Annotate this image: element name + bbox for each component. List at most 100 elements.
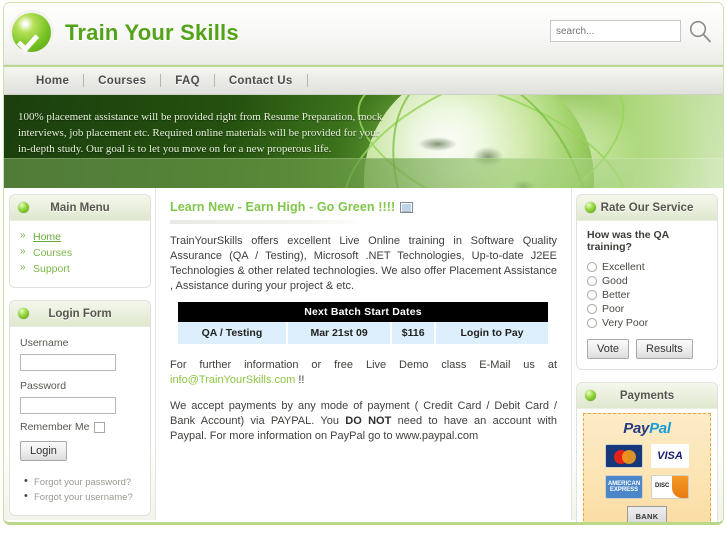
search-input[interactable] <box>550 20 681 42</box>
module-poll: Rate Our Service How was the QA training… <box>576 194 718 370</box>
green-check-circle-icon <box>12 13 51 52</box>
module-header: Rate Our Service <box>577 195 717 221</box>
right-sidebar: Rate Our Service How was the QA training… <box>571 188 723 522</box>
sidebar-item-support[interactable]: Support <box>20 261 140 277</box>
remember-me-label: Remember Me <box>20 421 90 433</box>
green-glossy-dot-icon <box>585 390 596 401</box>
cell-login-to-pay[interactable]: Login to Pay <box>435 322 548 344</box>
article-header: Learn New - Earn High - Go Green !!!! <box>170 200 557 214</box>
main-menu-list: Home Courses Support <box>20 229 140 277</box>
paypal-logo: PayPal <box>588 420 706 437</box>
paypal-badge[interactable]: PayPal VISA AMERICAN EXPRESS DISC BANK <box>583 413 711 522</box>
nav-item-faq[interactable]: FAQ <box>161 75 214 87</box>
contact-email-link[interactable]: info@TrainYourSkills.com <box>170 374 295 386</box>
table-row: QA / Testing Mar 21st 09 $116 Login to P… <box>178 322 548 344</box>
radio-icon[interactable] <box>587 276 597 286</box>
contact-prefix: For further information or free Live Dem… <box>170 359 557 371</box>
poll-option-label: Very Poor <box>602 317 649 329</box>
remember-me-row[interactable]: Remember Me <box>20 421 140 433</box>
site-header: Train Your Skills <box>4 3 723 65</box>
nav-separator <box>306 74 308 87</box>
green-glossy-dot-icon <box>18 202 29 213</box>
poll-option-excellent[interactable]: Excellent <box>587 260 707 274</box>
forgot-username-link[interactable]: Forgot your username? <box>24 490 140 505</box>
poll-option-better[interactable]: Better <box>587 288 707 302</box>
radio-icon[interactable] <box>587 304 597 314</box>
amex-logo: AMERICAN EXPRESS <box>605 475 643 499</box>
module-body: Username Password Remember Me Login Forg… <box>10 327 150 515</box>
account-help-list: Forgot your password? Forgot your userna… <box>20 475 140 505</box>
sidebar-item-courses[interactable]: Courses <box>20 245 140 261</box>
site-logo[interactable]: Train Your Skills <box>12 13 239 52</box>
nav-item-home[interactable]: Home <box>22 75 83 87</box>
remember-me-checkbox[interactable] <box>94 421 106 433</box>
bank-logo: BANK <box>627 506 667 522</box>
content-area: Main Menu Home Courses Support Login For… <box>4 188 723 522</box>
payment-paragraph: We accept payments by any mode of paymen… <box>170 399 557 444</box>
module-login-form: Login Form Username Password Remember Me… <box>9 300 151 516</box>
visa-logo: VISA <box>651 444 689 468</box>
module-header: Login Form <box>10 301 150 327</box>
radio-icon[interactable] <box>587 290 597 300</box>
green-glossy-dot-icon <box>18 308 29 319</box>
module-body: Home Courses Support <box>10 221 150 287</box>
module-title: Rate Our Service <box>600 201 694 214</box>
login-button[interactable]: Login <box>20 441 67 461</box>
paypal-logo-part-2: Pal <box>649 420 671 437</box>
banner-text: 100% placement assistance will be provid… <box>18 111 383 155</box>
module-header: Payments <box>577 383 717 409</box>
card-row-top: VISA <box>588 444 706 468</box>
table-header-row: Next Batch Start Dates <box>178 302 548 322</box>
poll-option-poor[interactable]: Poor <box>587 302 707 316</box>
module-body: How was the QA training? Excellent Good … <box>577 221 717 369</box>
card-row-bottom: AMERICAN EXPRESS DISC <box>588 475 706 499</box>
green-glossy-dot-icon <box>585 202 596 213</box>
module-title: Payments <box>619 389 675 402</box>
cell-course: QA / Testing <box>178 322 288 344</box>
intro-paragraph: TrainYourSkills offers excellent Live On… <box>170 235 557 292</box>
cell-price: $116 <box>391 322 437 344</box>
poll-option-very-poor[interactable]: Very Poor <box>587 316 707 330</box>
password-label: Password <box>20 380 67 392</box>
print-article-icon[interactable] <box>400 201 414 213</box>
paypal-logo-part-1: Pay <box>623 420 650 437</box>
username-label: Username <box>20 337 69 349</box>
sidebar-item-home[interactable]: Home <box>20 229 140 245</box>
module-main-menu: Main Menu Home Courses Support <box>9 194 151 288</box>
payment-emphasis: DO NOT <box>345 415 392 427</box>
batch-dates-table: Next Batch Start Dates QA / Testing Mar … <box>178 302 548 344</box>
contact-paragraph: For further information or free Live Dem… <box>170 358 557 388</box>
search-icon[interactable] <box>687 18 713 44</box>
results-button[interactable]: Results <box>636 339 693 359</box>
page-root: Train Your Skills Home Courses FAQ Conta… <box>0 0 727 545</box>
forgot-password-link[interactable]: Forgot your password? <box>24 475 140 490</box>
banner-lower-strip <box>4 158 723 188</box>
poll-option-label: Good <box>602 275 628 287</box>
table-title: Next Batch Start Dates <box>178 302 548 322</box>
hero-banner: 100% placement assistance will be provid… <box>4 95 723 188</box>
site-frame: Train Your Skills Home Courses FAQ Conta… <box>3 2 724 525</box>
contact-suffix: !! <box>295 374 305 386</box>
main-navigation: Home Courses FAQ Contact Us <box>4 65 723 95</box>
username-field[interactable] <box>20 354 116 371</box>
cell-start-date: Mar 21st 09 <box>286 322 393 344</box>
password-field[interactable] <box>20 397 116 414</box>
left-sidebar: Main Menu Home Courses Support Login For… <box>4 188 156 520</box>
mastercard-logo <box>605 444 643 468</box>
module-title: Main Menu <box>50 201 110 214</box>
poll-question: How was the QA training? <box>587 229 669 253</box>
radio-icon[interactable] <box>587 318 597 328</box>
poll-option-good[interactable]: Good <box>587 274 707 288</box>
nav-item-courses[interactable]: Courses <box>84 75 160 87</box>
poll-option-label: Better <box>602 289 631 301</box>
poll-option-label: Poor <box>602 303 625 315</box>
poll-option-label: Excellent <box>602 261 645 273</box>
discover-logo: DISC <box>651 475 689 499</box>
vote-button[interactable]: Vote <box>587 339 630 359</box>
radio-icon[interactable] <box>587 262 597 272</box>
nav-item-contact-us[interactable]: Contact Us <box>215 75 307 87</box>
title-underline <box>170 220 366 224</box>
poll-actions: Vote Results <box>587 339 707 359</box>
module-title: Login Form <box>48 307 112 320</box>
article-title: Learn New - Earn High - Go Green !!!! <box>170 200 396 214</box>
